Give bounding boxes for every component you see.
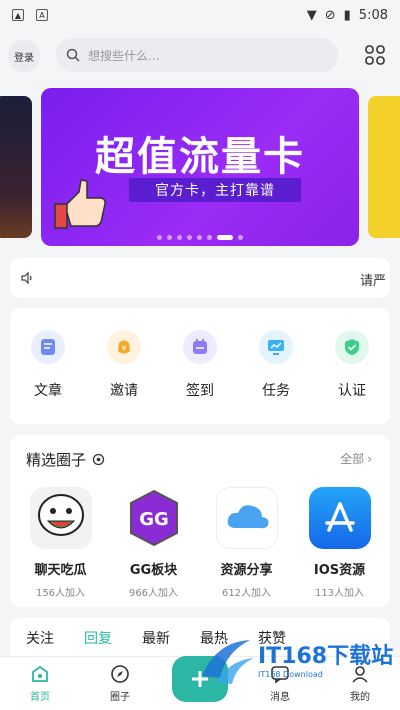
- watermark-logo-icon: [202, 640, 254, 684]
- apps-grid-icon[interactable]: [364, 44, 386, 66]
- appstore-icon: [308, 487, 371, 549]
- no-signal-icon: ⊘: [324, 7, 336, 23]
- banner-pagination: [41, 235, 359, 240]
- notice-bar[interactable]: 请严: [10, 258, 390, 298]
- banner-prev-card[interactable]: [0, 96, 32, 238]
- circle-name: 资源分享: [220, 563, 273, 578]
- wifi-icon: ▼: [306, 7, 317, 23]
- task-icon: [259, 330, 293, 364]
- page-dot[interactable]: [157, 235, 162, 240]
- banner-next-card[interactable]: [368, 96, 400, 238]
- circle-count: 156人加入: [35, 588, 86, 599]
- circle-count: 612人加入: [221, 588, 272, 599]
- verify-icon: [335, 330, 369, 364]
- svg-text:¥: ¥: [121, 344, 126, 353]
- invite-icon: ¥: [107, 330, 141, 364]
- speaker-icon: [21, 271, 32, 285]
- tab-latest[interactable]: 最新: [142, 628, 170, 648]
- cloud-icon: [215, 487, 278, 549]
- circle-item[interactable]: IOS资源 113人加入: [297, 487, 383, 599]
- gallery-icon: ▲: [12, 9, 24, 21]
- section-title-text: 精选圈子: [26, 451, 87, 469]
- circle-item[interactable]: GG GG板块 966人加入: [111, 487, 197, 599]
- clock: 5:08: [358, 7, 388, 23]
- thumbs-up-icon: [54, 179, 106, 229]
- watermark-subtext: IT168 Download: [258, 670, 323, 679]
- func-checkin[interactable]: 签到: [170, 330, 230, 424]
- func-label: 邀请: [110, 383, 138, 399]
- circle-name: 聊天吃瓜: [34, 563, 87, 578]
- page-dot[interactable]: [187, 235, 192, 240]
- func-label: 任务: [262, 383, 290, 399]
- page-dot[interactable]: [207, 235, 212, 240]
- nav-home[interactable]: 首页: [10, 664, 70, 703]
- circle-count: 966人加入: [128, 588, 179, 599]
- nav-label: 圈子: [110, 692, 130, 703]
- func-invite[interactable]: ¥ 邀请: [94, 330, 154, 424]
- func-article[interactable]: 文章: [18, 330, 78, 424]
- circle-list: 聊天吃瓜 156人加入 GG GG板块 966人加入 资源分享 612人加入 I…: [10, 487, 390, 599]
- page-dot[interactable]: [238, 235, 243, 240]
- banner-subtitle: 官方卡，主打靠谱: [129, 178, 301, 202]
- a-icon: A: [36, 9, 48, 21]
- watermark: IT168下载站 IT168 Download: [196, 632, 396, 694]
- func-label: 签到: [186, 383, 214, 399]
- circle-name: GG板块: [129, 563, 178, 578]
- banner-title: 超值流量卡: [95, 134, 305, 180]
- compass-icon: [111, 665, 129, 683]
- settings-icon[interactable]: [92, 453, 105, 466]
- status-bar: ▲ A ▼ ⊘ ▮ 5:08: [0, 0, 400, 30]
- page-dot-active[interactable]: [217, 235, 233, 240]
- view-all-label: 全部: [340, 452, 365, 466]
- meme-icon: [29, 487, 92, 549]
- circle-count: 113人加入: [314, 588, 365, 599]
- search-icon: [66, 48, 80, 62]
- page-dot[interactable]: [167, 235, 172, 240]
- banner-main[interactable]: 超值流量卡 官方卡，主打靠谱: [41, 88, 359, 246]
- top-bar: 登录 想搜些什么...: [0, 38, 400, 72]
- circle-name: IOS资源: [313, 563, 366, 578]
- home-icon: [32, 665, 48, 682]
- function-grid: 文章 ¥ 邀请 签到 任务 认证: [10, 308, 390, 424]
- page-dot[interactable]: [197, 235, 202, 240]
- nav-circles[interactable]: 圈子: [90, 664, 150, 703]
- battery-icon: ▮: [343, 7, 351, 23]
- checkin-icon: [183, 330, 217, 364]
- nav-label: 首页: [30, 692, 50, 703]
- view-all-button[interactable]: 全部 ›: [340, 450, 372, 467]
- search-placeholder: 想搜些什么...: [88, 48, 160, 63]
- tab-follow[interactable]: 关注: [26, 628, 54, 648]
- func-label: 认证: [338, 383, 366, 399]
- search-input[interactable]: 想搜些什么...: [56, 38, 338, 72]
- tab-reply[interactable]: 回复: [84, 628, 112, 648]
- watermark-text: IT168下载站: [258, 644, 394, 669]
- func-task[interactable]: 任务: [246, 330, 306, 424]
- circle-item[interactable]: 资源分享 612人加入: [204, 487, 290, 599]
- page-dot[interactable]: [177, 235, 182, 240]
- banner-carousel[interactable]: 超值流量卡 官方卡，主打靠谱: [0, 86, 400, 248]
- gg-icon: GG: [122, 487, 185, 549]
- login-button[interactable]: 登录: [8, 40, 40, 72]
- func-label: 文章: [34, 383, 62, 399]
- chevron-right-icon: ›: [367, 451, 372, 466]
- func-verify[interactable]: 认证: [322, 330, 382, 424]
- featured-circles: 精选圈子 全部 › 聊天吃瓜 156人加入 GG GG板块 966人加入 资源分…: [10, 435, 390, 607]
- svg-text:GG: GG: [139, 509, 169, 530]
- circle-item[interactable]: 聊天吃瓜 156人加入: [18, 487, 104, 599]
- notice-text: 请严: [359, 274, 386, 289]
- section-title: 精选圈子: [26, 449, 105, 470]
- article-icon: [31, 330, 65, 364]
